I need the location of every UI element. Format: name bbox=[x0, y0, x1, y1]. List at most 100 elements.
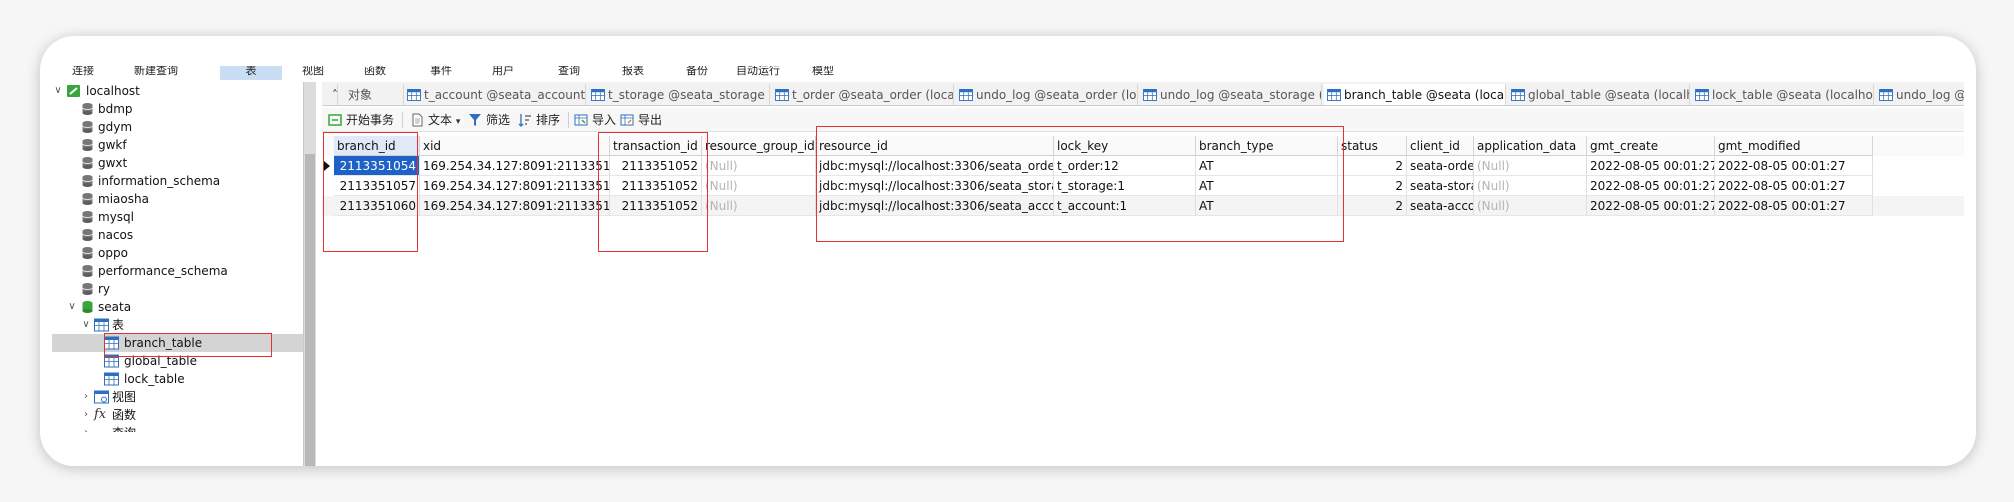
tree-db-ry[interactable]: ry bbox=[52, 280, 303, 298]
menu-functions[interactable]: 函数 bbox=[364, 66, 386, 80]
tree-db-bdmp[interactable]: bdmp bbox=[52, 100, 303, 118]
menu-tables[interactable]: 表 bbox=[220, 66, 282, 80]
table-cell-transaction-id[interactable]: 2113351052 bbox=[610, 196, 702, 216]
begin-transaction-button[interactable]: 开始事务 bbox=[328, 112, 394, 128]
tree-connection-localhost[interactable]: ∨ localhost bbox=[52, 82, 303, 100]
table-cell-branch-type[interactable]: AT bbox=[1196, 196, 1338, 216]
chevron-right-icon[interactable]: › bbox=[80, 388, 92, 406]
column-header-resource-id[interactable]: resource_id bbox=[816, 136, 1054, 156]
column-header-gmt-create[interactable]: gmt_create bbox=[1587, 136, 1715, 156]
menu-reports[interactable]: 报表 bbox=[622, 66, 644, 80]
tab-9[interactable]: undo_log @seata_acc bbox=[1876, 84, 1964, 105]
table-cell-branch-id[interactable]: 2113351060 bbox=[334, 196, 420, 216]
filter-button[interactable]: 筛选 bbox=[468, 112, 510, 128]
menu-users[interactable]: 用户 bbox=[492, 66, 514, 80]
column-header-branch-id[interactable]: branch_id bbox=[334, 136, 420, 156]
tree-table-global-table[interactable]: global_table bbox=[52, 352, 303, 370]
tree-folder-functions[interactable]: › fx 函数 bbox=[52, 406, 303, 424]
tab-2[interactable]: t_storage @seata_storage (l... bbox=[588, 84, 770, 105]
tree-db-miaosha[interactable]: miaosha bbox=[52, 190, 303, 208]
tab-8[interactable]: lock_table @seata (localhos... bbox=[1692, 84, 1874, 105]
menu-events[interactable]: 事件 bbox=[430, 66, 452, 80]
tree-table-lock-table[interactable]: lock_table bbox=[52, 370, 303, 388]
tree-db-gwkf[interactable]: gwkf bbox=[52, 136, 303, 154]
column-header-status[interactable]: status bbox=[1338, 136, 1407, 156]
tab-7[interactable]: global_table @seata (localh... bbox=[1508, 84, 1690, 105]
table-cell-lock-key[interactable]: t_account:1 bbox=[1054, 196, 1196, 216]
column-header-branch-type[interactable]: branch_type bbox=[1196, 136, 1338, 156]
table-cell-resource-id[interactable]: jdbc:mysql://localhost:3306/seata_order bbox=[816, 156, 1054, 176]
menu-automation[interactable]: 自动运行 bbox=[736, 66, 780, 80]
table-cell-branch-id[interactable]: 2113351057 bbox=[334, 176, 420, 196]
table-cell-resource-group-id[interactable]: (Null) bbox=[702, 196, 816, 216]
sidebar-scrollbar[interactable] bbox=[304, 82, 316, 466]
menu-backup[interactable]: 备份 bbox=[686, 66, 708, 80]
table-cell-status[interactable]: 2 bbox=[1338, 196, 1407, 216]
text-button[interactable]: 文本 ▾ bbox=[410, 112, 460, 128]
tab-6[interactable]: branch_table @seata (localh... bbox=[1324, 84, 1506, 105]
table-cell-application-data[interactable]: (Null) bbox=[1474, 156, 1587, 176]
column-header-transaction-id[interactable]: transaction_id bbox=[610, 136, 702, 156]
table-cell-xid[interactable]: 169.254.34.127:8091:2113351052 bbox=[420, 196, 610, 216]
table-cell-lock-key[interactable]: t_storage:1 bbox=[1054, 176, 1196, 196]
column-header-lock-key[interactable]: lock_key bbox=[1054, 136, 1196, 156]
tab-objects[interactable]: 对象 bbox=[342, 84, 404, 105]
table-row[interactable]: 2113351057169.254.34.127:8091:2113351052… bbox=[322, 176, 1964, 196]
table-row[interactable]: 2113351060169.254.34.127:8091:2113351052… bbox=[322, 196, 1964, 216]
table-cell-application-data[interactable]: (Null) bbox=[1474, 196, 1587, 216]
column-header-resource-group-id[interactable]: resource_group_id bbox=[702, 136, 816, 156]
export-button[interactable]: 导出 bbox=[620, 112, 662, 128]
table-cell-lock-key[interactable]: t_order:12 bbox=[1054, 156, 1196, 176]
tree-db-seata[interactable]: ∨ seata bbox=[52, 298, 303, 316]
table-cell-transaction-id[interactable]: 2113351052 bbox=[610, 176, 702, 196]
menu-queries[interactable]: 查询 bbox=[558, 66, 580, 80]
table-cell-gmt-create[interactable]: 2022-08-05 00:01:27 bbox=[1587, 156, 1715, 176]
column-header-xid[interactable]: xid bbox=[420, 136, 610, 156]
tree-table-branch-table[interactable]: branch_table bbox=[52, 334, 303, 352]
chevron-down-icon[interactable]: ∨ bbox=[52, 82, 64, 100]
table-cell-branch-type[interactable]: AT bbox=[1196, 156, 1338, 176]
table-cell-gmt-create[interactable]: 2022-08-05 00:01:27 bbox=[1587, 176, 1715, 196]
tab-3[interactable]: t_order @seata_order (local... bbox=[772, 84, 954, 105]
tree-folder-tables[interactable]: ∨ 表 bbox=[52, 316, 303, 334]
table-cell-status[interactable]: 2 bbox=[1338, 156, 1407, 176]
table-cell-gmt-create[interactable]: 2022-08-05 00:01:27 bbox=[1587, 196, 1715, 216]
chevron-right-icon[interactable]: › bbox=[80, 406, 92, 424]
tree-folder-views[interactable]: › 视图 bbox=[52, 388, 303, 406]
table-row[interactable]: 2113351054169.254.34.127:8091:2113351052… bbox=[322, 156, 1964, 176]
column-header-client-id[interactable]: client_id bbox=[1407, 136, 1474, 156]
tree-db-performance-schema[interactable]: performance_schema bbox=[52, 262, 303, 280]
tree-db-nacos[interactable]: nacos bbox=[52, 226, 303, 244]
tab-5[interactable]: undo_log @seata_storage (l... bbox=[1140, 84, 1322, 105]
table-cell-gmt-modified[interactable]: 2022-08-05 00:01:27 bbox=[1715, 196, 1873, 216]
dropdown-caret-icon[interactable]: ▾ bbox=[456, 117, 461, 127]
table-cell-status[interactable]: 2 bbox=[1338, 176, 1407, 196]
table-cell-gmt-modified[interactable]: 2022-08-05 00:01:27 bbox=[1715, 176, 1873, 196]
table-cell-branch-type[interactable]: AT bbox=[1196, 176, 1338, 196]
scrollbar-thumb[interactable] bbox=[305, 154, 315, 466]
sort-button[interactable]: 排序 bbox=[518, 112, 560, 128]
table-cell-gmt-modified[interactable]: 2022-08-05 00:01:27 bbox=[1715, 156, 1873, 176]
table-cell-xid[interactable]: 169.254.34.127:8091:2113351052 bbox=[420, 156, 610, 176]
chevron-right-icon[interactable]: › bbox=[80, 424, 92, 432]
table-cell-client-id[interactable]: seata-storag bbox=[1407, 176, 1474, 196]
table-cell-branch-id[interactable]: 2113351054 bbox=[334, 156, 420, 176]
table-cell-transaction-id[interactable]: 2113351052 bbox=[610, 156, 702, 176]
tab-1[interactable]: t_account @seata_account (l... bbox=[404, 84, 586, 105]
table-cell-client-id[interactable]: seata-order- bbox=[1407, 156, 1474, 176]
import-button[interactable]: 导入 bbox=[574, 112, 616, 128]
table-cell-xid[interactable]: 169.254.34.127:8091:2113351052 bbox=[420, 176, 610, 196]
column-header-gmt-modified[interactable]: gmt_modified bbox=[1715, 136, 1873, 156]
tab-scroll-up-icon[interactable]: ˄ bbox=[332, 84, 338, 105]
tree-folder-queries[interactable]: › 查询 bbox=[52, 424, 303, 432]
tab-4[interactable]: undo_log @seata_order (lo... bbox=[956, 84, 1138, 105]
table-cell-application-data[interactable]: (Null) bbox=[1474, 176, 1587, 196]
tree-db-gdym[interactable]: gdym bbox=[52, 118, 303, 136]
table-cell-client-id[interactable]: seata-accour bbox=[1407, 196, 1474, 216]
tree-db-information-schema[interactable]: information_schema bbox=[52, 172, 303, 190]
chevron-down-icon[interactable]: ∨ bbox=[80, 316, 92, 334]
menu-new-query[interactable]: 新建查询 bbox=[134, 66, 178, 80]
table-cell-resource-id[interactable]: jdbc:mysql://localhost:3306/seata_accoun… bbox=[816, 196, 1054, 216]
menu-model[interactable]: 模型 bbox=[812, 66, 834, 80]
menu-connect[interactable]: 连接 bbox=[72, 66, 94, 80]
